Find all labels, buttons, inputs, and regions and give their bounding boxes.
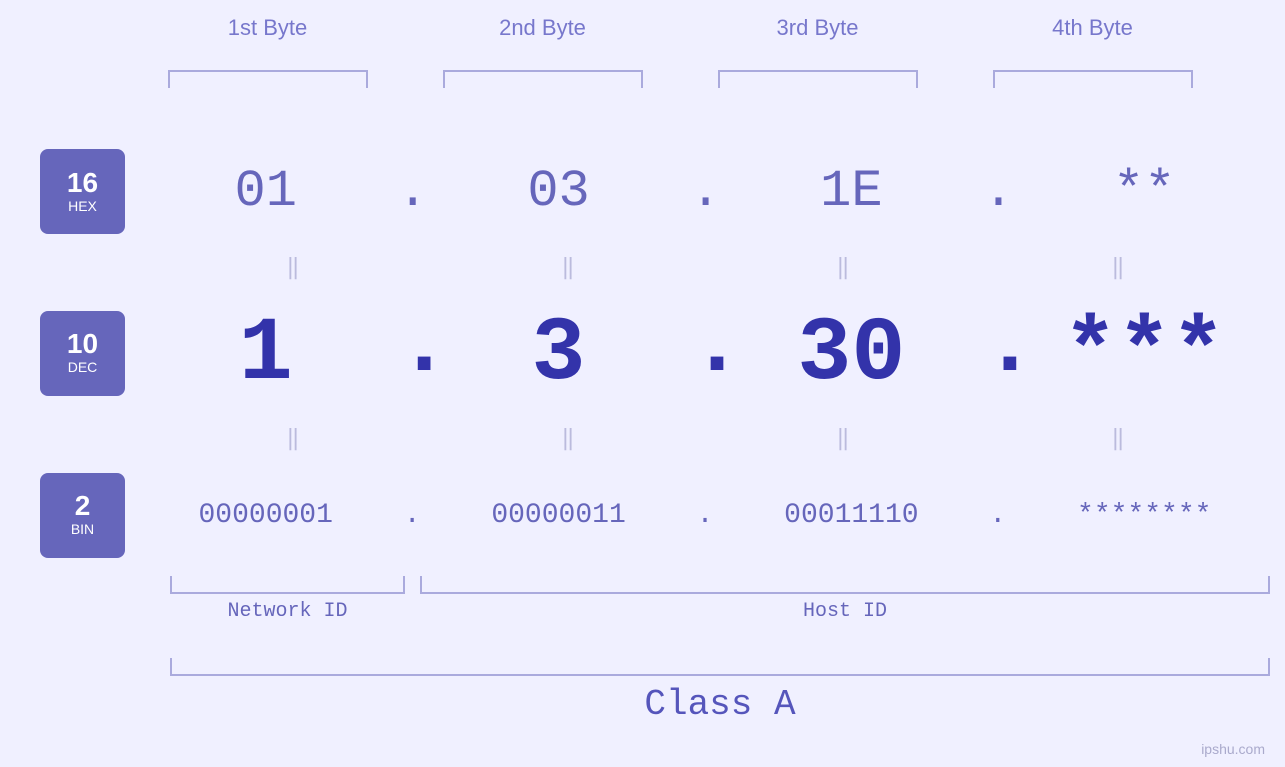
eq-row-1: ‖ ‖ ‖ ‖ bbox=[0, 245, 1285, 292]
dec-dot2: . bbox=[690, 302, 720, 400]
bottom-bracket-labels: Network ID Host ID bbox=[170, 600, 1270, 623]
hex-badge-label: HEX bbox=[68, 197, 97, 215]
byte3-label: 3rd Byte bbox=[708, 15, 928, 62]
eq-signs-1: ‖ ‖ ‖ ‖ bbox=[158, 255, 1258, 281]
network-bracket bbox=[170, 576, 405, 594]
dec-badge: 10 DEC bbox=[40, 311, 125, 396]
dec-b4-cell: *** bbox=[1034, 310, 1254, 400]
bin-b3-cell: 00011110 bbox=[741, 500, 961, 531]
bin-b4-cell: ******** bbox=[1034, 500, 1254, 531]
bin-badge-num: 2 bbox=[75, 492, 91, 520]
class-section: Class A bbox=[170, 658, 1270, 746]
top-brackets bbox=[130, 70, 1230, 109]
class-label: Class A bbox=[170, 684, 1270, 725]
bin-b3-value: 00011110 bbox=[784, 500, 918, 531]
eq1: ‖ bbox=[185, 255, 405, 281]
hex-b2-value: 03 bbox=[527, 162, 589, 221]
hex-b3-cell: 1E bbox=[741, 162, 961, 221]
bin-b1-cell: 00000001 bbox=[156, 500, 376, 531]
dec-b3-cell: 30 bbox=[741, 310, 961, 400]
dec-values: 1 . 3 . 30 . *** bbox=[125, 302, 1285, 405]
bin-dot1: . bbox=[397, 500, 427, 531]
hex-b3-value: 1E bbox=[820, 162, 882, 221]
hex-b4-cell: ** bbox=[1034, 162, 1254, 221]
bin-b2-cell: 00000011 bbox=[449, 500, 669, 531]
watermark: ipshu.com bbox=[1201, 741, 1265, 757]
bin-dot3: . bbox=[983, 500, 1013, 531]
hex-b1-cell: 01 bbox=[156, 162, 376, 221]
eq-row-2: ‖ ‖ ‖ ‖ bbox=[0, 415, 1285, 462]
bin-values: 00000001 . 00000011 . 00011110 . *******… bbox=[125, 500, 1285, 531]
bracket-byte3 bbox=[718, 70, 918, 88]
bin-b1-value: 00000001 bbox=[198, 500, 332, 531]
hex-b1-value: 01 bbox=[234, 162, 296, 221]
bottom-bracket-lines bbox=[170, 576, 1270, 594]
bin-b4-value: ******** bbox=[1077, 500, 1211, 531]
bin-b2-value: 00000011 bbox=[491, 500, 625, 531]
bracket-byte2 bbox=[443, 70, 643, 88]
eq7: ‖ bbox=[735, 426, 955, 452]
hex-values: 01 . 03 . 1E . ** bbox=[125, 162, 1285, 221]
bracket-byte1 bbox=[168, 70, 368, 88]
main-container: 1st Byte 2nd Byte 3rd Byte 4th Byte 16 H… bbox=[0, 0, 1285, 767]
hex-dot2: . bbox=[690, 162, 720, 221]
hex-badge: 16 HEX bbox=[40, 149, 125, 234]
bracket-byte4 bbox=[993, 70, 1193, 88]
dec-badge-num: 10 bbox=[67, 330, 98, 358]
eq6: ‖ bbox=[460, 426, 680, 452]
hex-row: 16 HEX 01 . 03 . 1E . ** bbox=[0, 139, 1285, 245]
byte1-label: 1st Byte bbox=[158, 15, 378, 62]
eq8: ‖ bbox=[1010, 426, 1230, 452]
class-bracket bbox=[170, 658, 1270, 676]
dec-b2-cell: 3 bbox=[449, 310, 669, 400]
bin-badge: 2 BIN bbox=[40, 473, 125, 558]
eq5: ‖ bbox=[185, 426, 405, 452]
dec-badge-label: DEC bbox=[68, 358, 98, 376]
hex-b4-value: ** bbox=[1113, 162, 1175, 221]
hex-dot1: . bbox=[397, 162, 427, 221]
dec-row: 10 DEC 1 . 3 . 30 . *** bbox=[0, 292, 1285, 416]
hex-dot3: . bbox=[983, 162, 1013, 221]
eq3: ‖ bbox=[735, 255, 955, 281]
eq4: ‖ bbox=[1010, 255, 1230, 281]
hex-badge-num: 16 bbox=[67, 169, 98, 197]
byte4-label: 4th Byte bbox=[983, 15, 1203, 62]
dec-b3-value: 30 bbox=[797, 304, 905, 406]
bin-badge-label: BIN bbox=[71, 520, 94, 538]
host-bracket bbox=[420, 576, 1270, 594]
eq2: ‖ bbox=[460, 255, 680, 281]
dec-b4-value: *** bbox=[1063, 304, 1225, 406]
network-id-label: Network ID bbox=[170, 600, 405, 623]
dec-b1-value: 1 bbox=[239, 304, 293, 406]
host-id-label: Host ID bbox=[420, 600, 1270, 623]
dec-dot3: . bbox=[983, 302, 1013, 400]
byte-labels-row: 1st Byte 2nd Byte 3rd Byte 4th Byte bbox=[130, 15, 1230, 62]
eq-signs-2: ‖ ‖ ‖ ‖ bbox=[158, 426, 1258, 452]
dec-dot1: . bbox=[397, 302, 427, 400]
dec-b2-value: 3 bbox=[532, 304, 586, 406]
bottom-brackets-section: Network ID Host ID bbox=[170, 576, 1270, 644]
byte2-label: 2nd Byte bbox=[433, 15, 653, 62]
dec-b1-cell: 1 bbox=[156, 310, 376, 400]
bin-dot2: . bbox=[690, 500, 720, 531]
bin-row: 2 BIN 00000001 . 00000011 . 00011110 . *… bbox=[0, 462, 1285, 568]
hex-b2-cell: 03 bbox=[449, 162, 669, 221]
